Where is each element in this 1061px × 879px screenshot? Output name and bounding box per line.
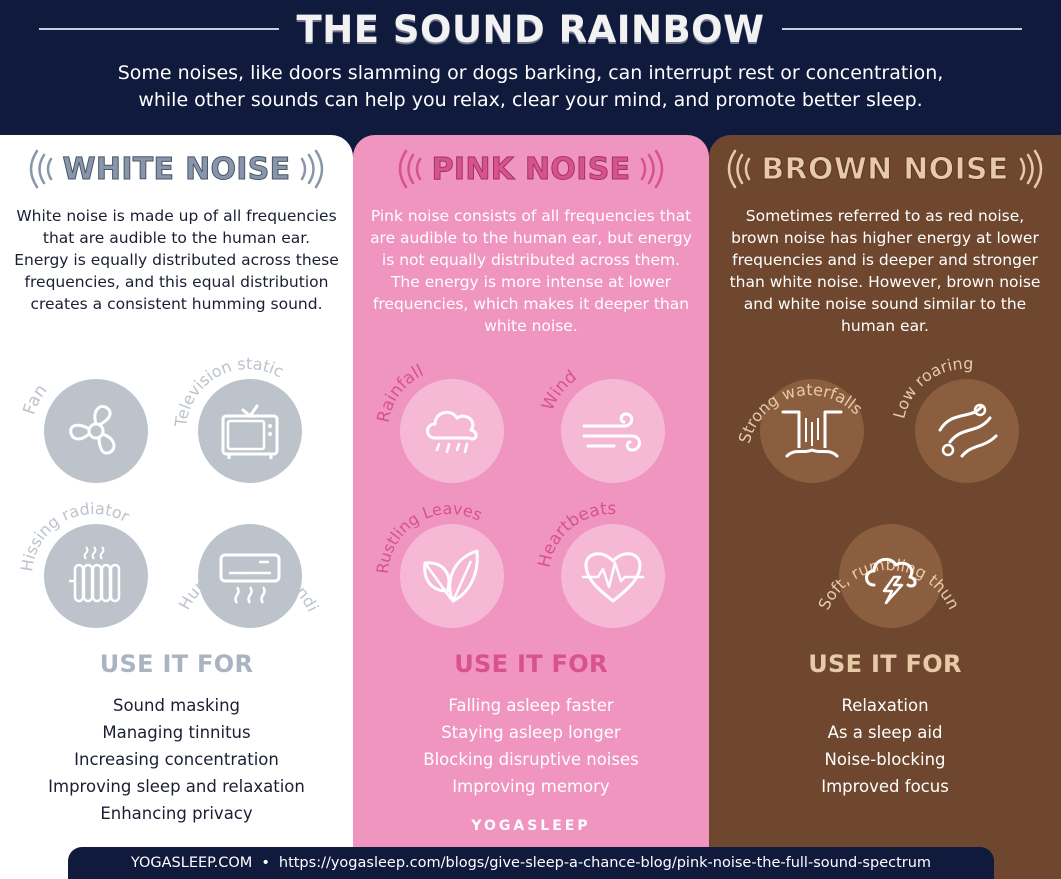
leaves-icon [423,549,479,603]
white-uses-list: Sound masking Managing tinnitus Increasi… [0,692,353,827]
title-divider-right [782,28,1023,30]
list-item: Blocking disruptive noises [423,750,639,769]
brown-noise-title: BROWN NOISE [709,149,1061,189]
example-thunder: Soft, rumbling thunder [809,484,964,649]
footer-separator: • [261,855,270,871]
title-row: THE SOUND RAINBOW [0,4,1061,54]
intro-line-2: while other sounds can help you relax, c… [138,89,923,111]
fan-icon [69,405,116,455]
example-wind: Wind [536,354,686,504]
television-icon [221,404,279,459]
river-icon [938,403,998,458]
radiator-icon [69,546,121,603]
pink-noise-heading: PINK NOISE [431,151,631,187]
sound-waves-left-icon [728,149,751,189]
pink-uses-list: Falling asleep faster Staying asleep lon… [353,692,709,800]
air-conditioner-icon [219,553,281,604]
svg-text:Fan: Fan [20,381,52,417]
header: THE SOUND RAINBOW Some noises, like door… [0,0,1061,135]
sound-waves-right-icon [641,149,664,189]
pink-noise-description: Pink noise consists of all frequencies t… [370,207,692,335]
example-label: Wind [538,367,581,414]
thunder-cloud-icon [865,557,917,605]
list-item: Managing tinnitus [102,723,251,742]
page-title: THE SOUND RAINBOW [296,7,765,51]
sound-waves-right-icon [301,149,324,189]
footer-url[interactable]: https://yogasleep.com/blogs/give-sleep-a… [279,855,931,871]
example-fan: Fan [19,354,169,504]
list-item: Increasing concentration [74,750,279,769]
intro-line-1: Some noises, like doors slamming or dogs… [117,62,944,84]
example-heartbeats: Heartbeats [535,499,686,649]
title-divider-left [38,28,279,30]
list-item: As a sleep aid [827,723,943,742]
sound-waves-right-icon [1019,149,1042,189]
example-television: Television static [171,354,323,504]
rain-cloud-icon [426,410,478,454]
example-radiator: Hissing radiator [17,499,169,649]
list-item: Improving memory [452,777,610,796]
list-item: Improved focus [821,777,949,796]
brown-use-title: USE IT FOR [808,650,962,678]
pink-noise-title: PINK NOISE [353,149,709,189]
list-item: Improving sleep and relaxation [48,777,305,796]
waterfall-icon [781,410,843,458]
brown-noise-panel: BROWN NOISE Sometimes referred to as red… [709,135,1061,879]
white-noise-title: WHITE NOISE [0,149,353,189]
sound-waves-left-icon [398,149,421,189]
example-air-conditioner: Humming air conditioner [168,484,323,649]
wind-icon [582,412,641,452]
example-strong-waterfalls: Strong waterfalls [735,354,885,504]
heartbeat-icon [582,552,644,603]
list-item: Noise-blocking [824,750,946,769]
footer-bar: YOGASLEEP.COM • https://yogasleep.com/bl… [68,847,994,879]
footer-site[interactable]: YOGASLEEP.COM [131,855,252,871]
example-rainfall: Rainfall [374,354,525,504]
white-noise-description: White noise is made up of all frequencie… [14,207,339,313]
example-low-roaring: Low roaring [889,354,1040,504]
white-noise-panel: WHITE NOISE White noise is made up of al… [0,135,353,879]
white-use-title: USE IT FOR [99,650,254,678]
sound-waves-left-icon [29,149,52,189]
pink-noise-panel: PINK NOISE Pink noise consists of all fr… [353,135,709,879]
brown-noise-heading: BROWN NOISE [761,151,1009,187]
pink-use-title: USE IT FOR [454,650,608,678]
white-noise-heading: WHITE NOISE [62,151,291,187]
example-label: Fan [20,381,52,417]
example-rustling-leaves: Rustling Leaves [373,499,525,649]
svg-text:Wind: Wind [538,367,581,414]
intro-text: Some noises, like doors slamming or dogs… [20,60,1041,114]
list-item: Relaxation [841,696,929,715]
list-item: Enhancing privacy [100,804,253,823]
list-item: Falling asleep faster [448,696,614,715]
brown-uses-list: Relaxation As a sleep aid Noise-blocking… [709,692,1061,800]
brand-logo: YOGASLEEP [471,818,591,834]
list-item: Staying asleep longer [441,723,621,742]
list-item: Sound masking [112,696,241,715]
brown-noise-description: Sometimes referred to as red noise, brow… [729,207,1041,335]
